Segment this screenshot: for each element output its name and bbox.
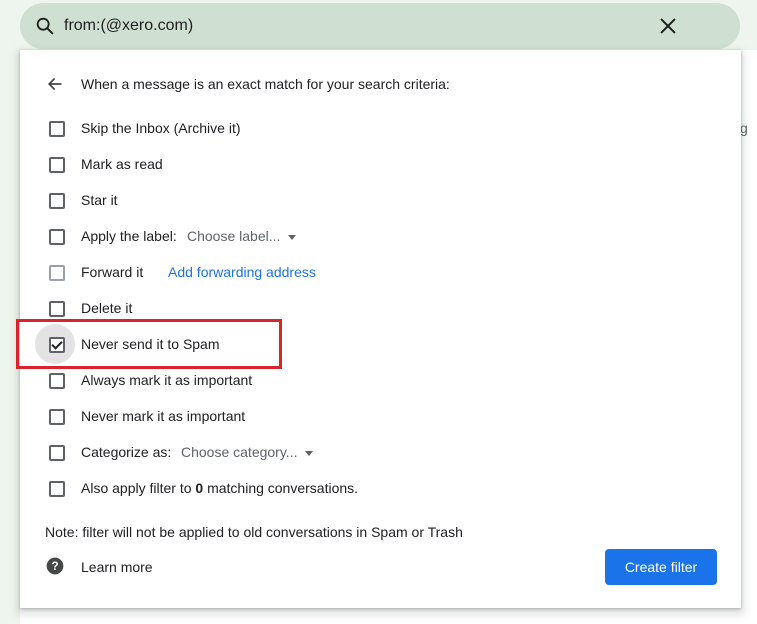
search-input[interactable]: from:(@xero.com) [64,17,193,35]
create-filter-button[interactable]: Create filter [605,549,717,585]
dialog-header: When a message is an exact match for you… [20,72,741,96]
option-never-important: Never mark it as important [20,398,741,434]
option-label: Also apply filter to 0 matching conversa… [81,480,358,496]
option-categorize: Categorize as: Choose category... [20,434,741,470]
skip-inbox-checkbox[interactable] [49,121,65,137]
apply-existing-prefix: Also apply filter to [81,480,192,496]
highlight-box [16,319,282,369]
search-bar[interactable]: from:(@xero.com) [20,3,740,49]
back-arrow-icon[interactable] [45,74,65,94]
matching-count: 0 [195,480,204,496]
never-important-checkbox[interactable] [49,409,65,425]
dropdown-arrow-icon [305,450,314,456]
option-label: Always mark it as important [81,372,253,388]
search-icon[interactable] [34,15,56,37]
apply-existing-checkbox[interactable] [49,481,65,497]
apply-label-checkbox[interactable] [49,229,65,245]
star-it-checkbox[interactable] [49,193,65,209]
option-label: Delete it [81,300,133,316]
choose-label-select[interactable]: Choose label... [187,228,297,244]
help-icon: ? [46,557,64,575]
dropdown-arrow-icon [288,234,297,240]
option-apply-existing: Also apply filter to 0 matching conversa… [20,470,741,506]
always-important-checkbox[interactable] [49,373,65,389]
delete-it-checkbox[interactable] [49,301,65,317]
option-label: Categorize as: [81,444,172,460]
option-apply-label: Apply the label: Choose label... [20,218,741,254]
option-label: Never mark it as important [81,408,246,424]
option-label: Apply the label: [81,228,177,244]
option-label: Skip the Inbox (Archive it) [81,120,241,136]
svg-text:?: ? [51,560,58,573]
categorize-checkbox[interactable] [49,445,65,461]
option-label: Forward it [81,264,144,280]
background-partial-text: g [740,120,748,136]
apply-existing-suffix: matching conversations. [207,480,359,496]
option-skip-inbox: Skip the Inbox (Archive it) [20,110,741,146]
option-mark-as-read: Mark as read [20,146,741,182]
option-label: Mark as read [81,156,163,172]
add-forwarding-address-link[interactable]: Add forwarding address [168,264,316,280]
forward-it-checkbox[interactable] [49,265,65,281]
choose-label-value: Choose label... [187,228,281,244]
dialog-header-text: When a message is an exact match for you… [81,76,450,92]
filter-note: Note: filter will not be applied to old … [45,524,463,540]
close-icon[interactable] [657,15,679,37]
option-star-it: Star it [20,182,741,218]
choose-category-select[interactable]: Choose category... [181,444,314,460]
mark-as-read-checkbox[interactable] [49,157,65,173]
choose-category-value: Choose category... [181,444,298,460]
learn-more-link[interactable]: Learn more [81,559,153,575]
option-label: Star it [81,192,118,208]
option-forward-it: Forward it Add forwarding address [20,254,741,290]
